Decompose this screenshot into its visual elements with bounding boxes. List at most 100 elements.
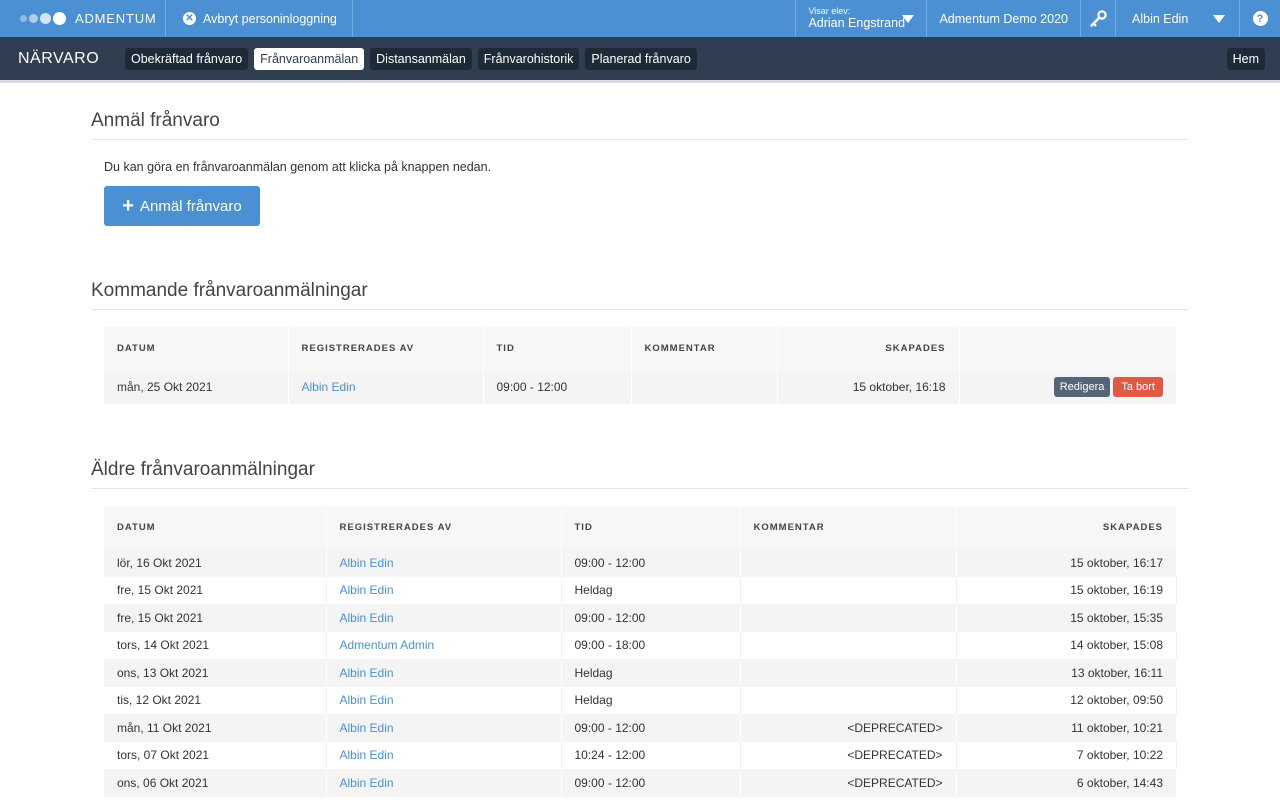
module-title: NÄRVARO bbox=[18, 49, 100, 67]
cell-comment bbox=[740, 604, 957, 632]
cell-created: 15 oktober, 16:19 bbox=[956, 576, 1177, 604]
brand-logo[interactable]: ADMENTUM bbox=[0, 0, 166, 37]
cell-comment bbox=[740, 686, 957, 714]
cell-date: ons, 06 Okt 2021 bbox=[104, 769, 327, 797]
cell-comment: <DEPRECATED> bbox=[740, 769, 957, 797]
column-header-registered-by[interactable]: REGISTRERADES AV bbox=[326, 506, 562, 549]
cell-comment bbox=[740, 576, 957, 604]
cell-time: 09:00 - 12:00 bbox=[561, 714, 741, 742]
close-circle-icon: ✕ bbox=[183, 12, 196, 25]
cell-time: 10:24 - 12:00 bbox=[561, 741, 741, 769]
cell-created: 15 oktober, 15:35 bbox=[956, 604, 1177, 632]
older-section: Äldre frånvaroanmälningar bbox=[91, 459, 1189, 489]
column-header-comment[interactable]: KOMMENTAR bbox=[740, 506, 957, 549]
cell-comment bbox=[740, 659, 957, 687]
cell-date: lör, 16 Okt 2021 bbox=[104, 549, 327, 577]
tab-absence-history[interactable]: Frånvarohistorik bbox=[477, 47, 580, 70]
abort-impersonation-label: Avbryt personinloggning bbox=[203, 11, 337, 26]
cell-registered-by-link[interactable]: Albin Edin bbox=[326, 549, 562, 577]
school-selector[interactable]: Admentum Demo 2020 bbox=[926, 0, 1080, 37]
cell-actions: Redigera Ta bort bbox=[959, 370, 1177, 404]
cell-registered-by-link[interactable]: Albin Edin bbox=[326, 686, 562, 714]
cell-registered-by-link[interactable]: Albin Edin bbox=[326, 604, 562, 632]
cell-registered-by-link[interactable]: Albin Edin bbox=[288, 370, 484, 404]
cell-time: Heldag bbox=[561, 576, 741, 604]
cell-comment: <DEPRECATED> bbox=[740, 714, 957, 742]
cell-time: 09:00 - 12:00 bbox=[561, 604, 741, 632]
key-button[interactable] bbox=[1080, 0, 1115, 37]
upcoming-section: Kommande frånvaroanmälningar bbox=[91, 280, 1189, 310]
plus-icon: + bbox=[122, 195, 134, 217]
viewing-student-label: Visar elev: bbox=[808, 6, 851, 16]
school-name: Admentum Demo 2020 bbox=[939, 11, 1068, 26]
brand-name: ADMENTUM bbox=[75, 11, 157, 26]
cell-registered-by-link[interactable]: Albin Edin bbox=[326, 576, 562, 604]
cell-registered-by-link[interactable]: Albin Edin bbox=[326, 659, 562, 687]
cell-time: 09:00 - 12:00 bbox=[561, 549, 741, 577]
table-header-row: DATUM REGISTRERADES AV TID KOMMENTAR SKA… bbox=[104, 327, 1177, 370]
cell-registered-by-link[interactable]: Albin Edin bbox=[326, 714, 562, 742]
upcoming-heading: Kommande frånvaroanmälningar bbox=[91, 280, 1189, 310]
table-row: tis, 12 Okt 2021 Albin Edin Heldag 12 oktob… bbox=[104, 686, 1177, 714]
tab-unconfirmed-absence[interactable]: Obekräftad frånvaro bbox=[125, 47, 249, 70]
column-header-registered-by[interactable]: REGISTRERADES AV bbox=[288, 327, 484, 370]
column-header-time[interactable]: TID bbox=[561, 506, 741, 549]
chevron-down-icon bbox=[902, 15, 915, 23]
delete-button[interactable]: Ta bort bbox=[1113, 377, 1163, 397]
student-selector[interactable]: Visar elev: Adrian Engstrand bbox=[795, 0, 926, 37]
table-row: fre, 15 Okt 2021 Albin Edin 09:00 - 12:00 1… bbox=[104, 604, 1177, 632]
table-row: lör, 16 Okt 2021 Albin Edin 09:00 - 12:00 1… bbox=[104, 549, 1177, 577]
cell-date: mån, 25 Okt 2021 bbox=[104, 370, 289, 404]
older-heading: Äldre frånvaroanmälningar bbox=[91, 459, 1189, 489]
table-row: ons, 06 Okt 2021 Albin Edin 09:00 - 12:00 <… bbox=[104, 769, 1177, 797]
cell-comment bbox=[631, 370, 778, 404]
column-header-date[interactable]: DATUM bbox=[104, 506, 327, 549]
tab-distance-report[interactable]: Distansanmälan bbox=[370, 47, 472, 70]
cell-date: fre, 15 Okt 2021 bbox=[104, 604, 327, 632]
report-heading: Anmäl frånvaro bbox=[91, 110, 1189, 140]
column-header-created[interactable]: SKAPADES bbox=[956, 506, 1177, 549]
cell-created: 7 oktober, 10:22 bbox=[956, 741, 1177, 769]
cell-date: ons, 13 Okt 2021 bbox=[104, 659, 327, 687]
report-absence-button[interactable]: + Anmäl frånvaro bbox=[104, 186, 260, 226]
table-row: tors, 14 Okt 2021 Admentum Admin 09:00 - 1… bbox=[104, 631, 1177, 659]
cell-date: mån, 11 Okt 2021 bbox=[104, 714, 327, 742]
user-menu[interactable]: Albin Edin bbox=[1115, 0, 1239, 37]
table-row: ons, 13 Okt 2021 Albin Edin Heldag 13 oktob… bbox=[104, 659, 1177, 687]
cell-comment bbox=[740, 549, 957, 577]
cell-date: tis, 12 Okt 2021 bbox=[104, 686, 327, 714]
cell-date: tors, 14 Okt 2021 bbox=[104, 631, 327, 659]
older-table: DATUM REGISTRERADES AV TID KOMMENTAR SKA… bbox=[104, 506, 1177, 797]
cell-created: 15 oktober, 16:18 bbox=[777, 370, 960, 404]
cell-registered-by-link[interactable]: Albin Edin bbox=[326, 741, 562, 769]
home-button[interactable]: Hem bbox=[1226, 47, 1265, 70]
cell-created: 13 oktober, 16:11 bbox=[956, 659, 1177, 687]
cell-registered-by-link[interactable]: Admentum Admin bbox=[326, 631, 562, 659]
tab-planned-absence[interactable]: Planerad frånvaro bbox=[585, 47, 697, 70]
edit-button[interactable]: Redigera bbox=[1053, 377, 1111, 397]
cell-created: 12 oktober, 09:50 bbox=[956, 686, 1177, 714]
cell-created: 15 oktober, 16:17 bbox=[956, 549, 1177, 577]
help-button[interactable]: ? bbox=[1239, 0, 1280, 37]
cell-comment: <DEPRECATED> bbox=[740, 741, 957, 769]
cell-time: Heldag bbox=[561, 659, 741, 687]
cell-time: 09:00 - 12:00 bbox=[483, 370, 632, 404]
chevron-down-icon bbox=[1213, 14, 1225, 23]
cell-created: 14 oktober, 15:08 bbox=[956, 631, 1177, 659]
column-header-date[interactable]: DATUM bbox=[104, 327, 289, 370]
cell-time: 09:00 - 12:00 bbox=[561, 769, 741, 797]
cell-time: Heldag bbox=[561, 686, 741, 714]
report-absence-label: Anmäl frånvaro bbox=[139, 197, 242, 215]
cell-registered-by-link[interactable]: Albin Edin bbox=[326, 769, 562, 797]
table-row: fre, 15 Okt 2021 Albin Edin Heldag 15 oktob… bbox=[104, 576, 1177, 604]
column-header-comment[interactable]: KOMMENTAR bbox=[631, 327, 778, 370]
table-row: mån, 25 Okt 2021 Albin Edin 09:00 - 12:0… bbox=[104, 370, 1177, 404]
column-header-time[interactable]: TID bbox=[483, 327, 632, 370]
table-row: mån, 11 Okt 2021 Albin Edin 09:00 - 12:00 <… bbox=[104, 714, 1177, 742]
report-section: Anmäl frånvaro bbox=[91, 110, 1189, 140]
table-row: tors, 07 Okt 2021 Albin Edin 10:24 - 12:00… bbox=[104, 741, 1177, 769]
column-header-created[interactable]: SKAPADES bbox=[777, 327, 960, 370]
key-icon bbox=[1090, 9, 1107, 27]
abort-impersonation-button[interactable]: ✕ Avbryt personinloggning bbox=[166, 0, 353, 37]
tab-absence-report[interactable]: Frånvaroanmälan bbox=[254, 47, 365, 70]
